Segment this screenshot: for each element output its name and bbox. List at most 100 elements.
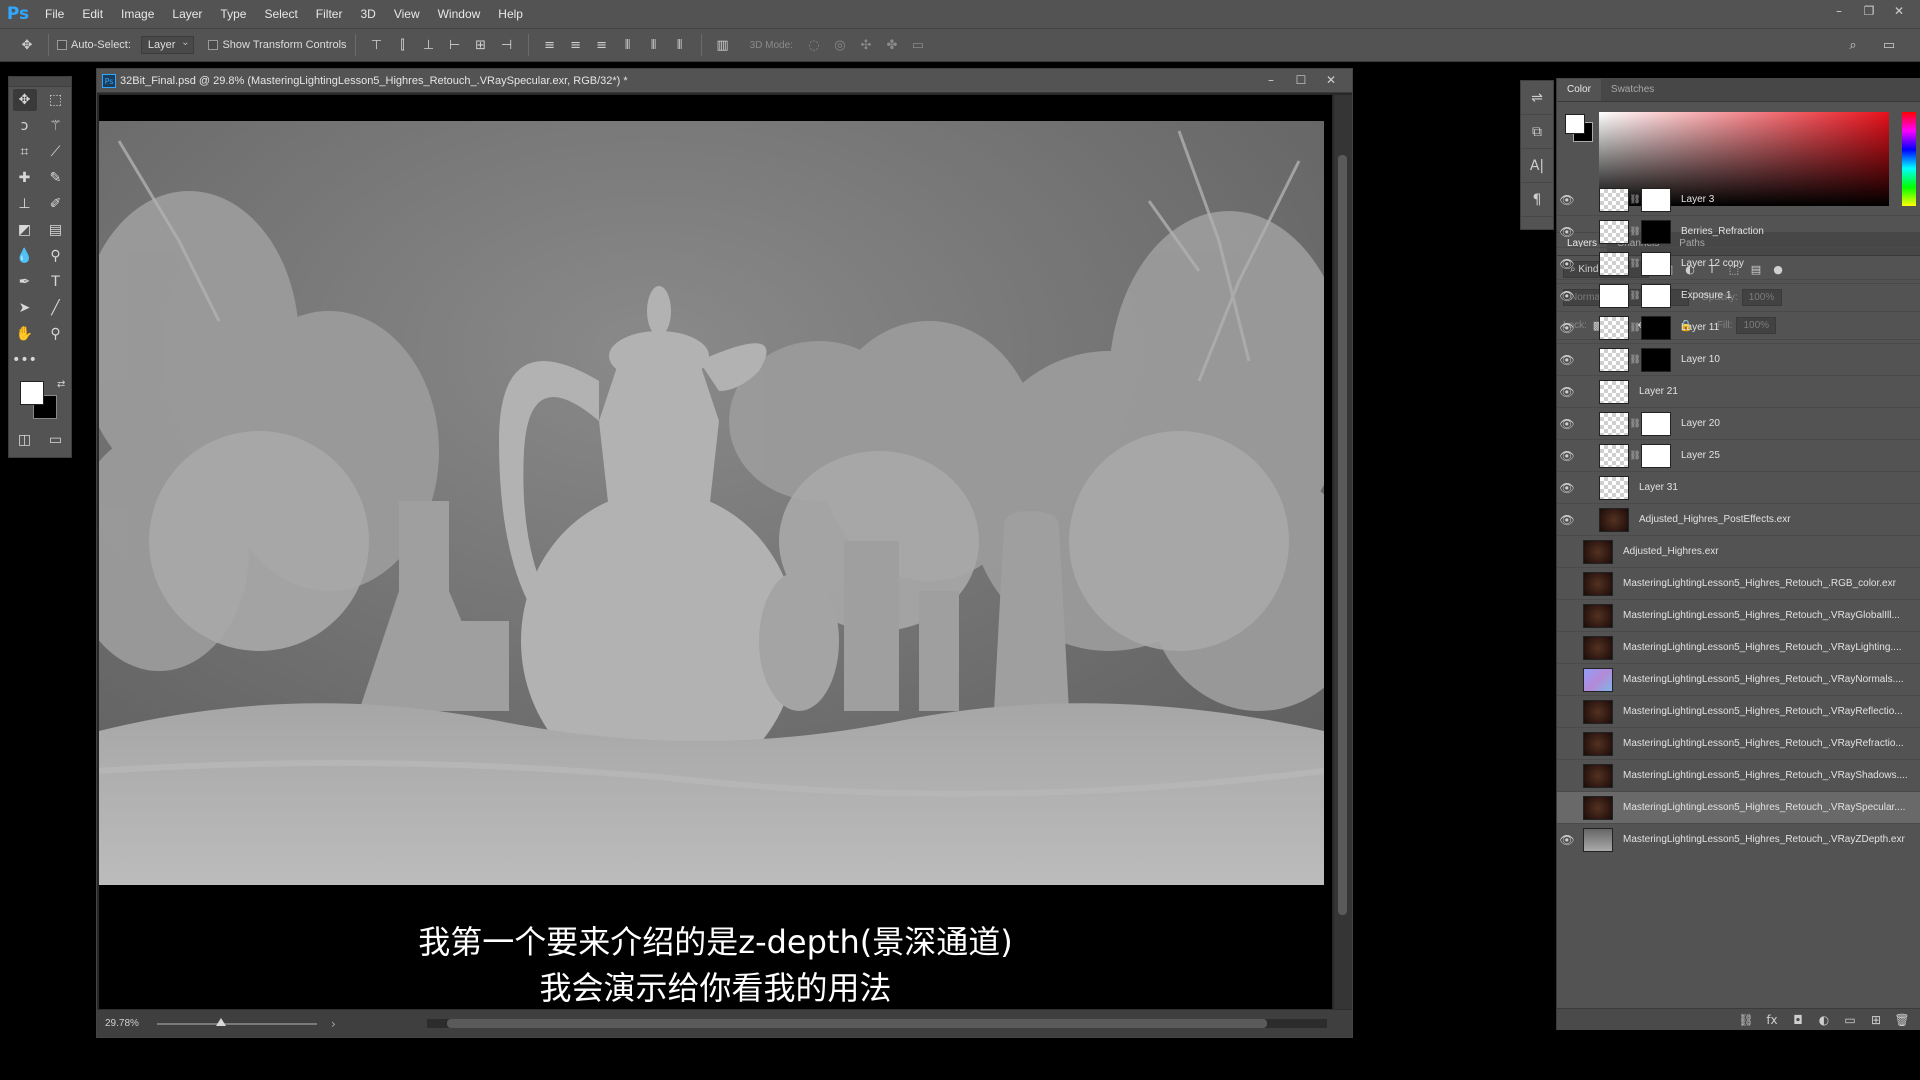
line-tool-icon[interactable]: ╱ [44,297,68,319]
layer-mask-thumbnail[interactable] [1641,283,1671,308]
brush-tool-icon[interactable]: ✎ [44,167,68,189]
layer-name[interactable]: Layer 12 copy [1681,258,1744,269]
canvas-area[interactable]: 我第一个要来介绍的是z-depth(景深通道) 我会演示给你看我的用法 [99,95,1332,1011]
3d-scale-icon[interactable]: ▭ [907,34,929,56]
hand-tool-icon[interactable]: ✋ [13,323,37,345]
layer-row[interactable]: 👁 ⛓ Berries_Refraction [1557,216,1920,248]
new-group-icon[interactable]: ▭ [1837,1013,1863,1027]
path-selection-tool-icon[interactable]: ➤ [13,297,37,319]
layer-name[interactable]: MasteringLightingLesson5_Highres_Retouch… [1623,706,1903,717]
eraser-tool-icon[interactable]: ◩ [13,219,37,241]
new-adjustment-icon[interactable]: ◐ [1811,1013,1837,1027]
paragraph-panel-icon[interactable]: ¶ [1521,183,1553,217]
swap-colors-icon[interactable]: ⇄ [57,379,65,390]
layer-row[interactable]: 👁 Adjusted_Highres.exr [1557,536,1920,568]
align-top-icon[interactable]: ⊤ [366,34,388,56]
layer-row[interactable]: 👁 ⛓ Layer 12 copy [1557,248,1920,280]
align-hcenter-icon[interactable]: ⊞ [470,34,492,56]
mask-link-icon[interactable]: ⛓ [1629,259,1641,269]
layer-thumbnail[interactable] [1599,283,1629,308]
layer-style-icon[interactable]: fx [1759,1013,1785,1027]
3d-slide-icon[interactable]: ✤ [881,34,903,56]
layer-thumbnail[interactable] [1599,347,1629,372]
visibility-eye-icon[interactable]: 👁 [1557,577,1577,591]
layer-thumbnail[interactable] [1583,827,1613,852]
visibility-eye-icon[interactable]: 👁 [1557,321,1577,335]
mask-link-icon[interactable]: ⛓ [1629,227,1641,237]
visibility-eye-icon[interactable]: 👁 [1557,481,1577,495]
visibility-eye-icon[interactable]: 👁 [1557,193,1577,207]
layer-thumbnail[interactable] [1583,667,1613,692]
layer-row[interactable]: 👁 ⛓ Layer 11 [1557,312,1920,344]
visibility-eye-icon[interactable]: 👁 [1557,705,1577,719]
visibility-eye-icon[interactable]: 👁 [1557,609,1577,623]
distribute-bottom-icon[interactable]: ≡ [591,34,613,56]
visibility-eye-icon[interactable]: 👁 [1557,417,1577,431]
doc-close-button[interactable]: ✕ [1316,69,1346,91]
more-tools-icon[interactable]: ••• [12,349,37,371]
layer-thumbnail[interactable] [1583,795,1613,820]
distribute-vcenter-icon[interactable]: ≡ [565,34,587,56]
layer-thumbnail[interactable] [1599,379,1629,404]
menu-file[interactable]: File [36,0,73,28]
minimize-button[interactable]: – [1824,0,1854,22]
restore-button[interactable]: ❐ [1854,0,1884,22]
align-left-icon[interactable]: ⊢ [444,34,466,56]
layer-mask-thumbnail[interactable] [1641,347,1671,372]
3d-orbit-icon[interactable]: ◌ [803,34,825,56]
layer-name[interactable]: Adjusted_Highres.exr [1623,546,1719,557]
horizontal-scrollbar-thumb[interactable] [447,1019,1267,1028]
gradient-tool-icon[interactable]: ▤ [44,219,68,241]
menu-edit[interactable]: Edit [73,0,112,28]
tab-swatches[interactable]: Swatches [1601,79,1664,101]
distribute-top-icon[interactable]: ≡ [539,34,561,56]
layer-name[interactable]: MasteringLightingLesson5_Highres_Retouch… [1623,674,1904,685]
visibility-eye-icon[interactable]: 👁 [1557,673,1577,687]
zdepth-image[interactable] [99,121,1324,885]
layer-name[interactable]: Layer 20 [1681,418,1720,429]
magic-wand-tool-icon[interactable]: ⚚ [44,115,68,137]
menu-window[interactable]: Window [429,0,490,28]
blur-tool-icon[interactable]: 💧 [13,245,37,267]
mask-link-icon[interactable]: ⛓ [1629,291,1641,301]
character-panel-icon[interactable]: A| [1521,149,1553,183]
distribute-hcenter-icon[interactable]: ⦀ [643,34,665,56]
screen-mode-icon[interactable]: ▭ [44,429,68,451]
visibility-eye-icon[interactable]: 👁 [1557,833,1577,847]
status-menu-arrow-icon[interactable]: › [331,1017,336,1031]
layer-thumbnail[interactable] [1599,251,1629,276]
layer-name[interactable]: MasteringLightingLesson5_Highres_Retouch… [1623,610,1900,621]
show-transform-option[interactable]: Show Transform Controls [208,39,347,51]
menu-type[interactable]: Type [211,0,255,28]
layer-name[interactable]: Layer 21 [1639,386,1678,397]
layer-name[interactable]: Layer 11 [1681,322,1719,333]
layer-row[interactable]: 👁 MasteringLightingLesson5_Highres_Retouc… [1557,664,1920,696]
align-vcenter-icon[interactable]: ⫿ [392,34,414,56]
layer-row[interactable]: 👁 MasteringLightingLesson5_Highres_Retouc… [1557,696,1920,728]
visibility-eye-icon[interactable]: 👁 [1557,641,1577,655]
layer-thumbnail[interactable] [1583,731,1613,756]
visibility-eye-icon[interactable]: 👁 [1557,545,1577,559]
layer-row[interactable]: 👁 MasteringLightingLesson5_Highres_Retouc… [1557,568,1920,600]
horizontal-scrollbar[interactable] [427,1019,1327,1028]
layer-row[interactable]: 👁 ⛓ Layer 3 [1557,184,1920,216]
visibility-eye-icon[interactable]: 👁 [1557,225,1577,239]
menu-3d[interactable]: 3D [351,0,384,28]
layer-thumbnail[interactable] [1599,315,1629,340]
3d-pan-icon[interactable]: ✣ [855,34,877,56]
visibility-eye-icon[interactable]: 👁 [1557,353,1577,367]
layer-mask-thumbnail[interactable] [1641,411,1671,436]
menu-layer[interactable]: Layer [163,0,211,28]
zoom-slider-handle[interactable] [216,1017,226,1026]
vertical-scrollbar[interactable] [1334,95,1352,1011]
visibility-eye-icon[interactable]: 👁 [1557,449,1577,463]
visibility-eye-icon[interactable]: 👁 [1557,385,1577,399]
new-layer-icon[interactable]: ⊞ [1863,1013,1889,1027]
doc-minimize-button[interactable]: – [1256,69,1286,91]
mask-link-icon[interactable]: ⛓ [1629,451,1641,461]
clone-source-panel-icon[interactable]: ⧉ [1521,115,1553,149]
layer-thumbnail[interactable] [1583,699,1613,724]
menu-help[interactable]: Help [489,0,532,28]
layer-mask-thumbnail[interactable] [1641,219,1671,244]
delete-layer-icon[interactable]: 🗑 [1889,1013,1915,1027]
